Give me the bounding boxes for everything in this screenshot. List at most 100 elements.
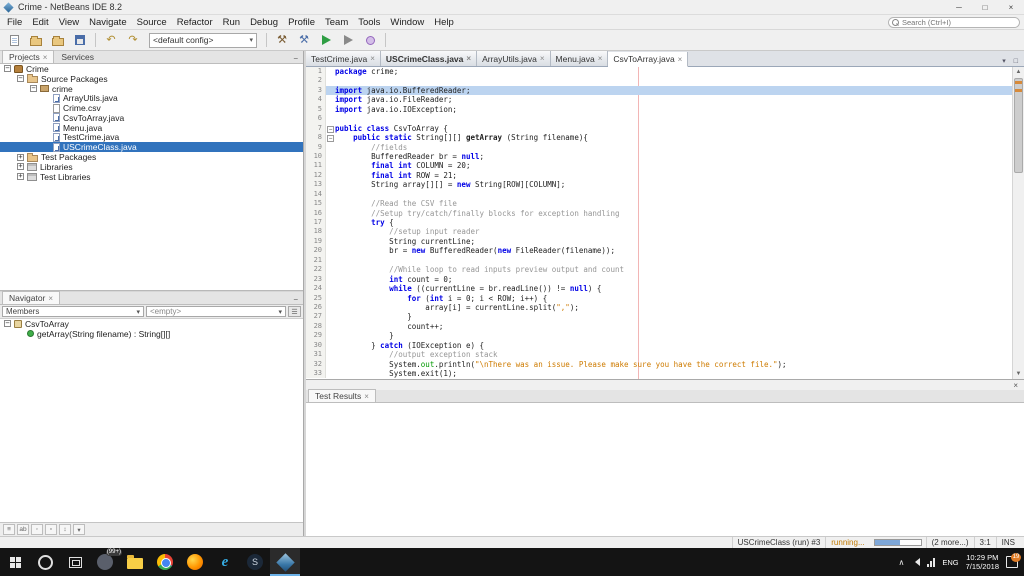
editor-tab-testcrime-java[interactable]: TestCrime.java× [306,51,381,66]
collapse-icon[interactable]: − [4,65,11,72]
config-combo[interactable]: <default config>▾ [149,33,257,48]
menu-edit[interactable]: Edit [27,15,53,29]
code-line[interactable]: 4import java.io.FileReader; [306,95,1024,104]
project-tree-item[interactable]: −Source Packages [0,74,303,84]
code-line[interactable]: 7−public class CsvToArray { [306,124,1024,133]
search-input[interactable] [902,18,1016,27]
close-icon[interactable]: × [370,54,375,63]
clock[interactable]: 10:29 PM 7/15/2018 [966,553,999,571]
editor-tab-menu-java[interactable]: Menu.java× [551,51,609,66]
open-project-button[interactable] [48,31,68,49]
new-file-button[interactable] [4,31,24,49]
code-line[interactable]: 25 for (int i = 0; i < ROW; i++) { [306,294,1024,303]
cortana-search-button[interactable] [30,548,60,576]
profile-project-button[interactable] [360,31,380,49]
task-view-button[interactable] [60,548,90,576]
navigator-filter-combo[interactable]: <empty> ▾ [146,306,286,317]
taskbar-chrome-button[interactable] [150,548,180,576]
navigator-sort-alpha-icon[interactable]: ≡ [3,524,15,535]
code-line[interactable]: 29 } [306,331,1024,340]
maximize-editor-icon[interactable]: □ [1011,57,1021,66]
project-tree-item[interactable]: TestCrime.java [0,133,303,143]
minimize-button[interactable]: ─ [946,0,972,14]
close-icon[interactable]: × [48,294,53,303]
menu-window[interactable]: Window [385,15,429,29]
menu-debug[interactable]: Debug [245,15,283,29]
close-icon[interactable]: × [1010,381,1021,390]
taskbar-app-badged-button[interactable]: (99+) [90,548,120,576]
volume-icon[interactable] [911,558,920,566]
close-icon[interactable]: × [540,54,545,63]
expand-icon[interactable]: + [17,163,24,170]
expand-icon[interactable]: + [17,154,24,161]
code-line[interactable]: 22 //While loop to read inputs preview o… [306,265,1024,274]
code-line[interactable]: 13 String array[][] = new String[ROW][CO… [306,180,1024,189]
taskbar-steam-button[interactable]: S [240,548,270,576]
code-line[interactable]: 5import java.io.IOException; [306,105,1024,114]
editor-tab-csvtoarray-java[interactable]: CsvToArray.java× [608,52,688,67]
code-line[interactable]: 6 [306,114,1024,123]
debug-project-button[interactable] [338,31,358,49]
menu-source[interactable]: Source [132,15,172,29]
save-all-button[interactable] [70,31,90,49]
taskbar-edge-button[interactable]: e [210,548,240,576]
expand-icon[interactable]: + [17,173,24,180]
project-tree-item[interactable]: +Test Libraries [0,172,303,182]
project-tree-item[interactable]: −crime [0,84,303,94]
tab-services[interactable]: Services [54,50,101,63]
clean-build-project-button[interactable]: ⚒ [294,31,314,49]
taskbar-netbeans-button[interactable] [270,548,300,576]
status-more-processes[interactable]: (2 more...) [926,537,974,548]
undo-button[interactable]: ↶ [101,31,121,49]
redo-button[interactable]: ↷ [123,31,143,49]
code-line[interactable]: 33 System.exit(1); [306,369,1024,378]
scroll-up-icon[interactable]: ▲ [1013,67,1024,77]
scrollbar-thumb[interactable] [1014,78,1023,173]
code-line[interactable]: 11 final int COLUMN = 20; [306,161,1024,170]
minimize-panel-icon[interactable]: − [290,295,301,304]
code-line[interactable]: 14 [306,190,1024,199]
fold-collapse-icon[interactable]: − [327,135,334,142]
code-line[interactable]: 19 String currentLine; [306,237,1024,246]
build-project-button[interactable]: ⚒ [272,31,292,49]
project-tree-item[interactable]: Menu.java [0,123,303,133]
code-line[interactable]: 9 //fields [306,143,1024,152]
taskbar-firefox-button[interactable] [180,548,210,576]
run-project-button[interactable] [316,31,336,49]
code-line[interactable]: 8− public static String[][] getArray (St… [306,133,1024,142]
new-project-button[interactable] [26,31,46,49]
maximize-button[interactable]: □ [972,0,998,14]
minimize-panel-icon[interactable]: − [290,54,301,63]
navigator-item[interactable]: −CsvToArray [0,319,303,329]
menu-view[interactable]: View [54,15,84,29]
code-line[interactable]: 27 } [306,312,1024,321]
menu-refactor[interactable]: Refactor [172,15,218,29]
editor-tab-uscrimeclass-java[interactable]: USCrimeClass.java× [381,51,477,66]
project-tree-item[interactable]: USCrimeClass.java [0,142,303,152]
menu-tools[interactable]: Tools [353,15,385,29]
tab-navigator[interactable]: Navigator × [2,291,60,304]
close-icon[interactable]: × [598,54,603,63]
navigator-inherited-icon[interactable]: ↕ [59,524,71,535]
code-line[interactable]: 32 System.out.println("\nThere was an is… [306,360,1024,369]
project-tree-item[interactable]: +Libraries [0,162,303,172]
tray-expand-icon[interactable]: ∧ [899,558,905,567]
menu-team[interactable]: Team [320,15,353,29]
project-tree-item[interactable]: +Test Packages [0,152,303,162]
close-icon[interactable]: × [43,53,48,62]
navigator-show-static-icon[interactable]: ▫ [45,524,57,535]
navigator-sort-source-icon[interactable]: ab [17,524,29,535]
code-editor[interactable]: 1package crime;23import java.io.Buffered… [306,67,1024,379]
code-line[interactable]: 16 //Setup try/catch/finally blocks for … [306,209,1024,218]
code-line[interactable]: 23 int count = 0; [306,275,1024,284]
menu-file[interactable]: File [2,15,27,29]
editor-tab-arrayutils-java[interactable]: ArrayUtils.java× [477,51,550,66]
code-line[interactable]: 12 final int ROW = 21; [306,171,1024,180]
code-line[interactable]: 20 br = new BufferedReader(new FileReade… [306,246,1024,255]
fold-collapse-icon[interactable]: − [327,126,334,133]
taskbar-file-explorer-button[interactable] [120,548,150,576]
navigator-item[interactable]: getArray(String filename) : String[][] [0,329,303,339]
code-line[interactable]: 15 //Read the CSV file [306,199,1024,208]
menu-profile[interactable]: Profile [283,15,320,29]
code-line[interactable]: 1package crime; [306,67,1024,76]
